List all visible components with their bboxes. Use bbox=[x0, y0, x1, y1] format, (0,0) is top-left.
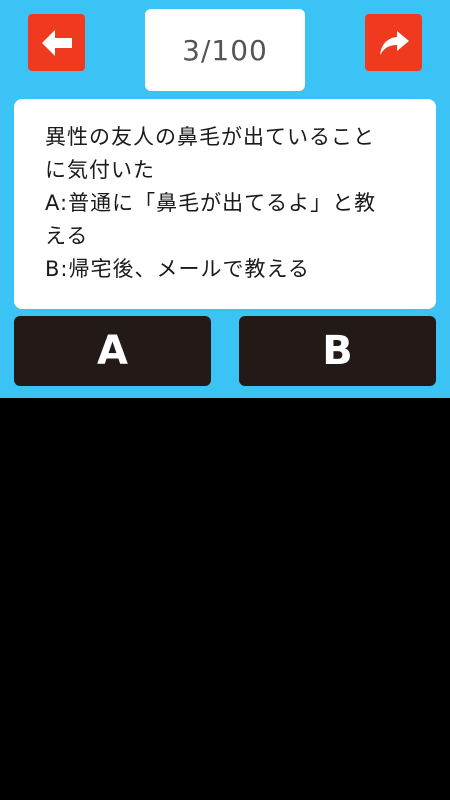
question-panel: 3/100 異性の友人の鼻毛が出ていること に気付いた A:普通に「鼻毛が出てる… bbox=[0, 0, 450, 398]
question-line: 異性の友人の鼻毛が出ていること bbox=[45, 125, 375, 149]
question-card: 異性の友人の鼻毛が出ていること に気付いた A:普通に「鼻毛が出てるよ」と教 え… bbox=[14, 99, 436, 309]
back-button[interactable] bbox=[28, 14, 85, 71]
back-arrow-icon bbox=[41, 29, 72, 56]
progress-counter: 3/100 bbox=[145, 9, 305, 91]
option-a-text: A:普通に「鼻毛が出てるよ」と教 bbox=[45, 191, 377, 215]
share-arrow-icon bbox=[379, 30, 409, 55]
answer-b-button[interactable]: B bbox=[239, 316, 436, 386]
share-button[interactable] bbox=[365, 14, 422, 71]
option-a-text-cont: える bbox=[45, 224, 89, 248]
answer-b-label: B bbox=[322, 328, 353, 374]
progress-text: 3/100 bbox=[182, 33, 268, 67]
app-screen: 3/100 異性の友人の鼻毛が出ていること に気付いた A:普通に「鼻毛が出てる… bbox=[0, 0, 450, 800]
question-line: に気付いた bbox=[45, 158, 155, 182]
option-b-text: B:帰宅後、メールで教える bbox=[45, 257, 310, 281]
answer-a-label: A bbox=[97, 328, 128, 374]
answer-a-button[interactable]: A bbox=[14, 316, 211, 386]
